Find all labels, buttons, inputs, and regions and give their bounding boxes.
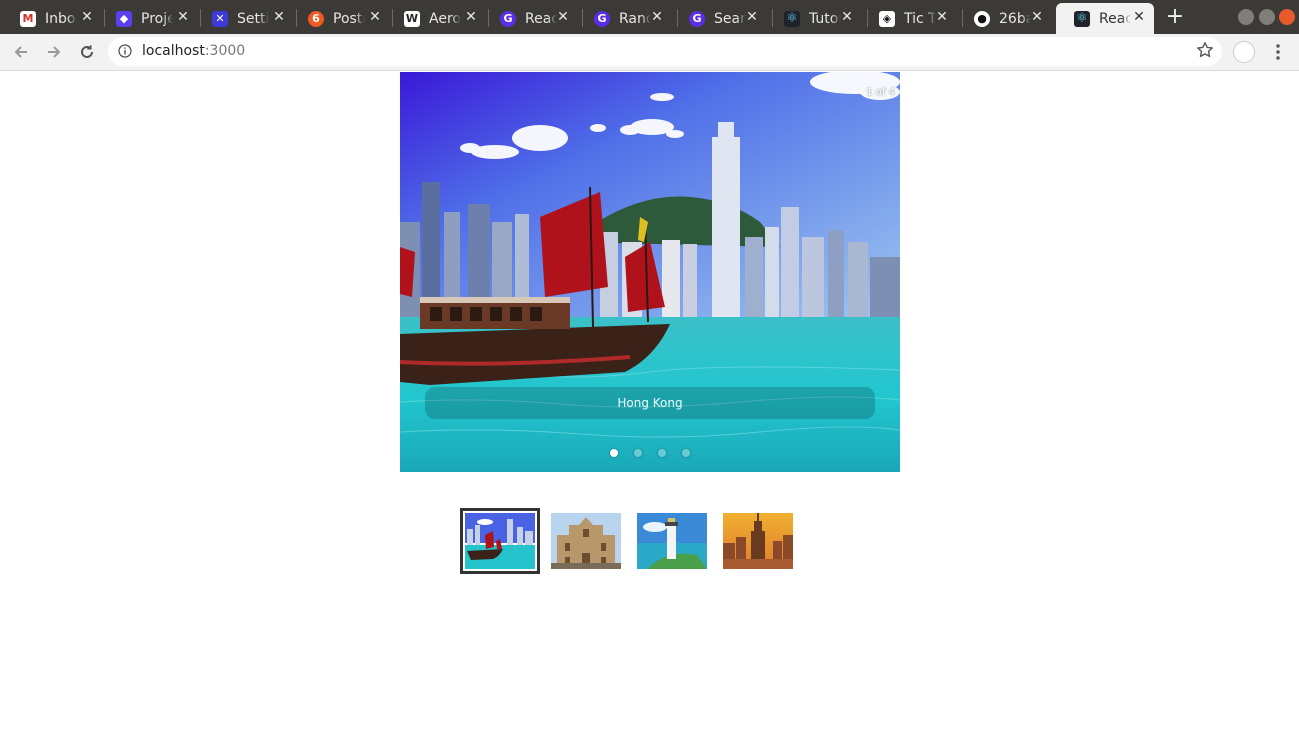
carousel-dots: [400, 449, 900, 461]
close-icon[interactable]: ✕: [80, 10, 94, 24]
project-icon: ◆: [116, 10, 132, 27]
tab-projects[interactable]: ◆ Projects ✕: [98, 3, 198, 34]
tab-title: Random: [619, 10, 651, 27]
close-icon[interactable]: ✕: [935, 10, 949, 24]
forward-arrow-icon: [48, 46, 61, 58]
react-icon: ⚛: [1074, 10, 1090, 27]
close-icon[interactable]: ✕: [464, 10, 478, 24]
url-port: :3000: [204, 43, 246, 59]
tab-aerolab[interactable]: W Aerolab ✕: [386, 3, 486, 34]
tab-title: Search: [714, 10, 746, 27]
wikipedia-icon: W: [404, 10, 420, 27]
forward-button[interactable]: [42, 40, 66, 64]
url-host: localhost: [142, 43, 205, 59]
tab-github[interactable]: ● 26ba ✕: [956, 3, 1052, 34]
tab-react-active[interactable]: ⚛ React ✕: [1056, 3, 1154, 34]
kebab-menu-icon[interactable]: [1270, 42, 1286, 62]
bookmark-star-icon[interactable]: [1196, 41, 1214, 59]
thumbnail-hong-kong[interactable]: [460, 508, 540, 574]
g-icon: G: [594, 10, 610, 27]
github-icon: ●: [974, 10, 990, 27]
reload-button[interactable]: [75, 40, 99, 64]
tab-react-g[interactable]: G React ✕: [482, 3, 578, 34]
tab-title: Projects: [141, 10, 173, 27]
tab-title: Postman: [333, 10, 365, 27]
tab-postman[interactable]: 6 Postman ✕: [290, 3, 390, 34]
settings-x-icon: ✕: [212, 10, 228, 27]
minimize-window-button[interactable]: [1238, 9, 1254, 25]
carousel-dot-4[interactable]: [682, 449, 690, 457]
tab-gmail[interactable]: M Inbox ✕: [2, 3, 102, 34]
church-ruins-thumbnail-image: [551, 513, 621, 569]
close-icon[interactable]: ✕: [368, 10, 382, 24]
close-icon[interactable]: ✕: [272, 10, 286, 24]
tab-title: React: [1099, 10, 1131, 27]
back-button[interactable]: [9, 40, 33, 64]
postman-icon: 6: [308, 10, 324, 27]
close-icon[interactable]: ✕: [650, 10, 664, 24]
new-york-thumbnail-image: [723, 513, 793, 569]
thumbnail-new-york[interactable]: [723, 513, 793, 569]
extension-icon[interactable]: [1233, 41, 1255, 63]
carousel-dot-2[interactable]: [634, 449, 642, 457]
close-icon[interactable]: ✕: [176, 10, 190, 24]
back-arrow-icon: [14, 46, 27, 58]
slide-counter: 1 of 4: [866, 87, 895, 98]
new-tab-button[interactable]: +: [1164, 6, 1186, 28]
thumbnail-lighthouse[interactable]: [637, 513, 707, 569]
close-icon[interactable]: ✕: [840, 10, 854, 24]
lighthouse-thumbnail-image: [637, 513, 707, 569]
tab-title: Tutorial: [809, 10, 841, 27]
g-icon: G: [689, 10, 705, 27]
tab-title: React: [525, 10, 557, 27]
close-icon[interactable]: ✕: [745, 10, 759, 24]
g-icon: G: [500, 10, 516, 27]
browser-tab-strip: M Inbox ✕ ◆ Projects ✕ ✕ Settings ✕ 6 Po…: [0, 0, 1299, 34]
carousel-dot-3[interactable]: [658, 449, 666, 457]
url-text[interactable]: localhost:3000: [142, 43, 245, 59]
tab-settings[interactable]: ✕ Settings ✕: [194, 3, 294, 34]
codepen-icon: ◈: [879, 10, 895, 27]
close-icon[interactable]: ✕: [556, 10, 570, 24]
close-icon[interactable]: ✕: [1132, 10, 1146, 24]
tab-title: Aerolab: [429, 10, 461, 27]
tab-title: 26ba: [999, 10, 1031, 27]
thumbnail-macau-ruins[interactable]: [551, 513, 621, 569]
info-icon[interactable]: [118, 44, 132, 58]
close-window-button[interactable]: [1279, 9, 1295, 25]
tab-title: Settings: [237, 10, 269, 27]
gmail-icon: M: [20, 10, 36, 27]
hong-kong-thumbnail-image: [465, 513, 535, 569]
tab-tutorial[interactable]: ⚛ Tutorial ✕: [766, 3, 862, 34]
slide-legend: Hong Kong: [425, 387, 875, 419]
address-bar[interactable]: localhost:3000: [108, 37, 1222, 66]
tab-title: Inbox: [45, 10, 77, 27]
tab-title: Tic Tac: [904, 10, 936, 27]
reload-icon: [81, 45, 93, 58]
tab-tic-tac[interactable]: ◈ Tic Tac ✕: [861, 3, 957, 34]
close-icon[interactable]: ✕: [1030, 10, 1044, 24]
carousel-dot-1[interactable]: [610, 449, 618, 457]
react-icon: ⚛: [784, 10, 800, 27]
maximize-window-button[interactable]: [1259, 9, 1275, 25]
tab-search[interactable]: G Search ✕: [671, 3, 767, 34]
image-carousel[interactable]: 1 of 4 Hong Kong: [400, 72, 900, 472]
browser-toolbar: localhost:3000: [0, 34, 1299, 71]
tab-random[interactable]: G Random ✕: [576, 3, 672, 34]
